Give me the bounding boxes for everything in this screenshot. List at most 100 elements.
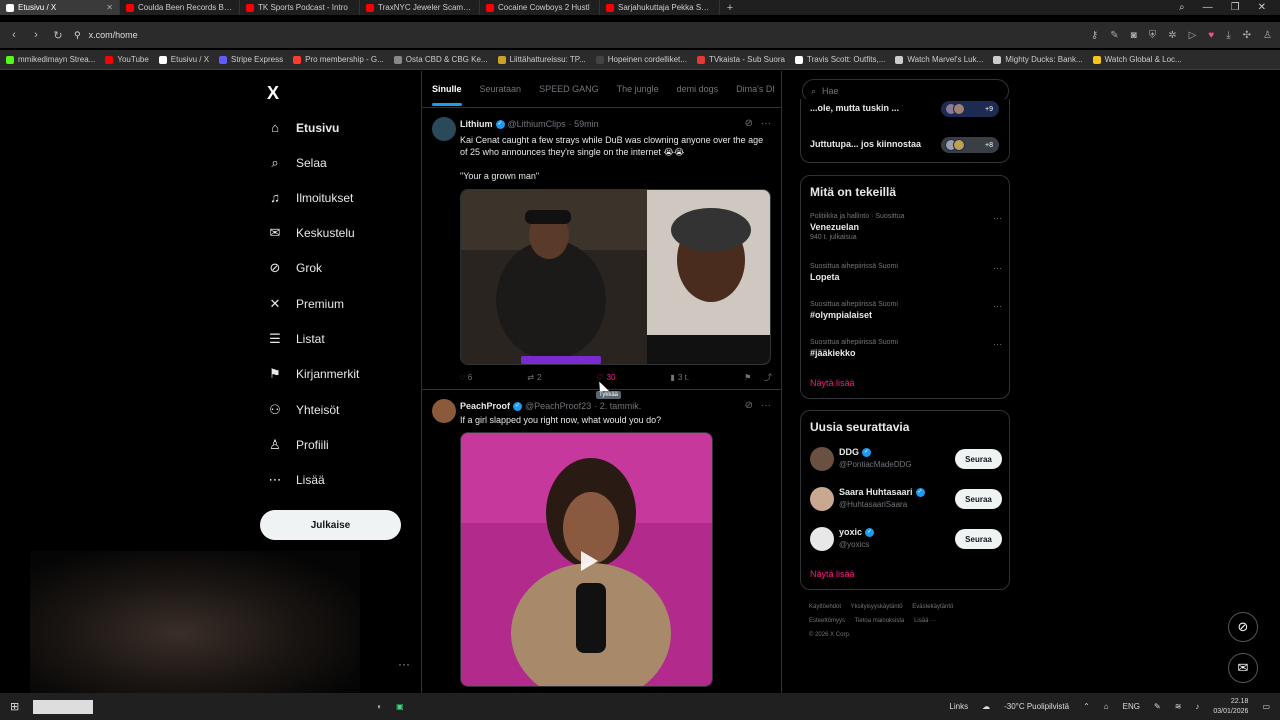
sidebar-item-profile[interactable]: ♙ Profiili bbox=[268, 437, 329, 453]
pen-icon[interactable]: ✎ bbox=[1154, 702, 1161, 711]
follow-button[interactable]: Seuraa bbox=[955, 489, 1002, 509]
browser-tab[interactable]: Etusivu / X ✕ bbox=[0, 0, 120, 15]
restore-icon[interactable]: ❐ bbox=[1231, 2, 1240, 13]
weather-icon[interactable]: ☁ bbox=[982, 702, 990, 711]
show-more-link[interactable]: Näytä lisää bbox=[810, 569, 855, 579]
tray-chevron-icon[interactable]: ⌃ bbox=[1083, 702, 1090, 711]
links-toolbar[interactable]: Links bbox=[949, 702, 968, 711]
avatar[interactable] bbox=[432, 399, 456, 423]
url-field[interactable]: ⚲ x.com/home bbox=[74, 30, 1081, 41]
bookmark-item[interactable]: Hopeinen cordelliket... bbox=[595, 55, 687, 64]
avatar[interactable] bbox=[432, 117, 456, 141]
reload-icon[interactable]: ↻ bbox=[52, 29, 64, 42]
tab-speed-gang[interactable]: SPEED GANG bbox=[539, 84, 599, 94]
sidebar-item-home[interactable]: ⌂ Etusivu bbox=[268, 120, 339, 135]
bookmark-item[interactable]: TVkaista - Sub Suora bbox=[696, 55, 785, 64]
sidebar-item-bookmarks[interactable]: ⚑ Kirjanmerkit bbox=[268, 366, 359, 382]
heart-icon[interactable]: ♥ bbox=[1208, 30, 1214, 41]
sidebar-item-grok[interactable]: ⊘ Grok bbox=[268, 260, 322, 276]
show-more-link[interactable]: Näytä lisää bbox=[810, 378, 855, 388]
footer-link[interactable]: Lisää ··· bbox=[914, 618, 936, 624]
avatar[interactable] bbox=[810, 527, 834, 551]
trend-item[interactable]: Suosittua aihepiirissä Suomi #jääkiekko … bbox=[810, 339, 1002, 358]
notifications-icon[interactable]: ▭ bbox=[1262, 702, 1270, 711]
tweet-author-name[interactable]: Lithium bbox=[460, 119, 493, 129]
bookmark-item[interactable]: YouTube bbox=[105, 55, 149, 64]
space-listeners-pill[interactable]: +9 bbox=[941, 101, 999, 117]
share-icon[interactable]: ⤴ bbox=[764, 372, 772, 383]
space-item-title[interactable]: Juttutupa... jos kiinnostaa bbox=[810, 139, 921, 149]
trend-item[interactable]: Politiikka ja hallinto · Suosittua Venez… bbox=[810, 213, 1002, 241]
reply-button[interactable]: ◌ 6 bbox=[460, 372, 472, 383]
tweet-author-handle[interactable]: @PeachProof23 bbox=[525, 401, 591, 411]
tab-for-you[interactable]: Sinulle bbox=[432, 84, 462, 106]
messages-fab-icon[interactable]: ✉ bbox=[1228, 653, 1258, 683]
bookmark-item[interactable]: Watch Marvel's Luk... bbox=[895, 55, 983, 64]
edit-icon[interactable]: ✎ bbox=[1110, 30, 1118, 41]
bookmark-item[interactable]: Liittähattureissu: TP... bbox=[497, 55, 586, 64]
account-menu-icon[interactable]: ··· bbox=[398, 657, 410, 671]
browser-tab[interactable]: TraxNYC Jeweler Scam Sit bbox=[360, 0, 480, 15]
download-icon[interactable]: ⤓ bbox=[1226, 30, 1230, 41]
key-icon[interactable]: ⚷ bbox=[1091, 30, 1098, 41]
extension-icon[interactable]: ✲ bbox=[1168, 30, 1176, 41]
tab-demi-dogs[interactable]: demi dogs bbox=[677, 84, 719, 94]
back-icon[interactable]: ‹ bbox=[8, 29, 20, 41]
bookmark-item[interactable]: Travis Scott: Outfits,... bbox=[794, 55, 885, 64]
language-indicator[interactable]: ENG bbox=[1123, 702, 1140, 711]
more-icon[interactable]: ··· bbox=[993, 301, 1002, 311]
tweet-media[interactable] bbox=[460, 189, 771, 365]
bookmark-item[interactable]: Watch Global & Loc... bbox=[1092, 55, 1182, 64]
browser-tab[interactable]: TK Sports Podcast - Intro bbox=[240, 0, 360, 15]
browser-tab[interactable]: Coulda Been Records BRO bbox=[120, 0, 240, 15]
forward-icon[interactable]: › bbox=[30, 29, 42, 41]
follow-button[interactable]: Seuraa bbox=[955, 529, 1002, 549]
more-icon[interactable]: ··· bbox=[761, 118, 771, 129]
windows-start-icon[interactable]: ⊞ bbox=[10, 700, 19, 713]
bookmark-icon[interactable]: ⚑ bbox=[744, 373, 751, 382]
new-tab-button[interactable]: + bbox=[720, 2, 740, 14]
bookmark-item[interactable]: Mighty Ducks: Bank... bbox=[993, 55, 1083, 64]
space-item-title[interactable]: ...ole, mutta tuskin ... bbox=[810, 103, 899, 113]
browser-tab[interactable]: Cocaine Cowboys 2 Hustl bbox=[480, 0, 600, 15]
taskbar-app-icon[interactable] bbox=[33, 699, 94, 714]
footer-link[interactable]: Tietoa mainoksista bbox=[855, 618, 905, 624]
sidebar-item-more[interactable]: ⋯ Lisää bbox=[268, 472, 325, 488]
tab-the-jungle[interactable]: The jungle bbox=[617, 84, 659, 94]
sidebar-item-notifications[interactable]: ♫ Ilmoitukset bbox=[268, 190, 353, 205]
grok-icon[interactable]: ⊘ bbox=[745, 400, 753, 411]
sidebar-item-communities[interactable]: ⚇ Yhteisöt bbox=[268, 402, 339, 418]
bookmark-item[interactable]: mmikedimayn Strea... bbox=[6, 55, 95, 64]
more-icon[interactable]: ··· bbox=[993, 263, 1002, 273]
trend-item[interactable]: Suosittua aihepiirissä Suomi Lopeta ··· bbox=[810, 263, 1002, 282]
bookmark-item[interactable]: Pro membership - G... bbox=[293, 55, 384, 64]
bookmark-item[interactable]: Stripe Express bbox=[219, 55, 283, 64]
tweet[interactable]: PeachProof ✓ @PeachProof23 · 2. tammik. … bbox=[422, 391, 781, 693]
network-icon[interactable]: ⌂ bbox=[1104, 702, 1109, 711]
more-icon[interactable]: ··· bbox=[761, 400, 771, 411]
avatar[interactable] bbox=[810, 447, 834, 471]
views-button[interactable]: ▮ 3 t. bbox=[671, 372, 690, 383]
follow-suggestion[interactable]: yoxic ✓ @yoxics Seuraa bbox=[810, 527, 1002, 555]
bookmark-item[interactable]: Etusivu / X bbox=[158, 55, 209, 64]
post-button[interactable]: Julkaise bbox=[260, 510, 401, 540]
x-logo-icon[interactable]: X bbox=[267, 83, 279, 104]
grok-fab-icon[interactable]: ⊘ bbox=[1228, 612, 1258, 642]
footer-link[interactable]: Käyttöehdot bbox=[809, 604, 841, 610]
puzzle-icon[interactable]: ✣ bbox=[1243, 30, 1251, 41]
tab-following[interactable]: Seurataan bbox=[480, 84, 522, 94]
taskbar-app-icon[interactable]: ◐ bbox=[377, 702, 382, 711]
close-tab-icon[interactable]: ✕ bbox=[106, 3, 113, 12]
camera-icon[interactable]: ◙ bbox=[1131, 30, 1137, 41]
avatar[interactable] bbox=[810, 487, 834, 511]
space-listeners-pill[interactable]: +8 bbox=[941, 137, 999, 153]
tweet-time[interactable]: · 59min bbox=[569, 119, 599, 129]
wifi-icon[interactable]: ≋ bbox=[1175, 702, 1182, 711]
weather-text[interactable]: -30°C Puolipilvistä bbox=[1004, 702, 1069, 711]
footer-link[interactable]: Esteettömyys bbox=[809, 618, 845, 624]
follow-suggestion[interactable]: DDG ✓ @PontiacMadeDDG Seuraa bbox=[810, 447, 1002, 475]
browser-search-icon[interactable]: ⌕ bbox=[1179, 2, 1185, 13]
volume-icon[interactable]: ♪ bbox=[1195, 702, 1199, 711]
profile-icon[interactable]: ♙ bbox=[1263, 30, 1272, 41]
tab-dimas[interactable]: Dima's DI bbox=[736, 84, 775, 94]
